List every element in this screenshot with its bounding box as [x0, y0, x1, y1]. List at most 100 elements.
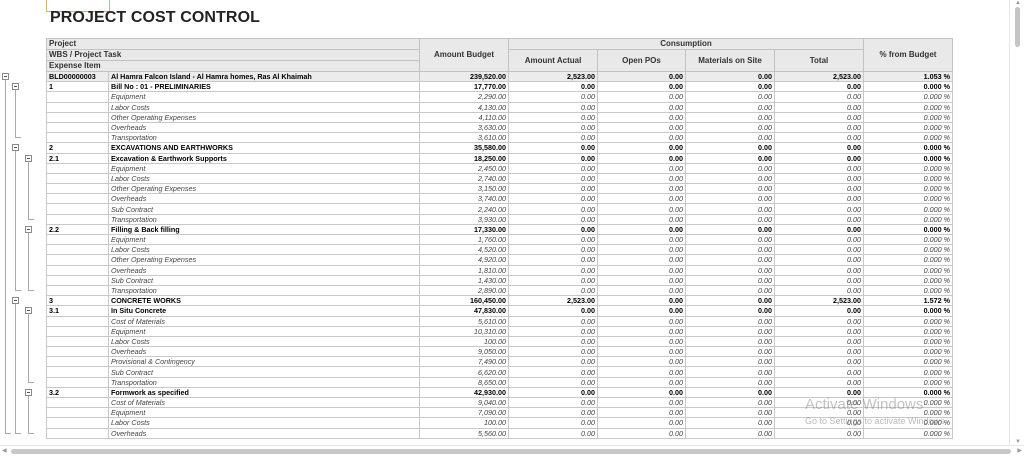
- row-materials-on-site: 0.00: [685, 427, 775, 439]
- row-amount-budget: 100.00: [419, 335, 509, 348]
- row-open-pos: 0.00: [597, 315, 686, 327]
- collapse-toggle-icon[interactable]: [12, 296, 19, 304]
- row-total: 0.00: [774, 274, 864, 286]
- row-materials-on-site: 0.00: [685, 325, 775, 337]
- collapse-toggle-icon[interactable]: [25, 154, 32, 162]
- row-materials-on-site: 0.00: [685, 376, 775, 388]
- horizontal-scroll-thumb[interactable]: [11, 449, 1011, 454]
- row-amount-actual: 0.00: [508, 223, 598, 236]
- row-pct-from-budget: 0.000 %: [863, 356, 953, 368]
- row-amount-actual: 0.00: [508, 81, 598, 93]
- row-description: Transportation: [108, 376, 420, 388]
- row-description: Excavation & Earthwork Supports: [108, 152, 420, 164]
- table-row: 3.1 In Situ Concrete 47,830.00 0.00 0.00 0.00…: [46, 305, 953, 317]
- vertical-scroll-thumb[interactable]: [1015, 7, 1020, 47]
- row-description: Labor Costs: [108, 101, 420, 113]
- row-amount-budget: 1,760.00: [419, 233, 509, 246]
- row-total: 0.00: [774, 81, 864, 93]
- tree-connector-line: [28, 162, 29, 219]
- row-description: Overheads: [108, 121, 420, 134]
- table-row: Labor Costs 100.00 0.00 0.00 0.00 0.00 0.000 %: [46, 335, 953, 348]
- row-amount-actual: 0.00: [508, 356, 598, 368]
- collapse-toggle-icon[interactable]: [25, 225, 32, 233]
- row-code: [46, 376, 109, 388]
- row-amount-budget: 42,930.00: [419, 386, 509, 399]
- header-wbs: WBS / Project Task: [46, 49, 420, 61]
- horizontal-scrollbar[interactable]: ◀ ▶: [0, 445, 1024, 457]
- row-description: Equipment: [108, 325, 420, 337]
- tree-connector-line: [15, 290, 21, 291]
- table-row: 3 CONCRETE WORKS 160,450.00 2,523.00 0.00 0.0…: [46, 295, 953, 307]
- collapse-toggle-icon[interactable]: [25, 306, 32, 314]
- table-row: Transportation 3,610.00 0.00 0.00 0.00 0.00 0.…: [46, 132, 953, 144]
- row-amount-actual: 0.00: [508, 315, 598, 327]
- row-total: 0.00: [774, 101, 864, 113]
- row-description: Formwork as specified: [108, 386, 420, 399]
- row-amount-actual: 0.00: [508, 254, 598, 266]
- row-pct-from-budget: 0.000 %: [863, 274, 953, 286]
- row-total: 0.00: [774, 223, 864, 236]
- row-open-pos: 0.00: [597, 284, 686, 297]
- row-materials-on-site: 0.00: [685, 233, 775, 246]
- row-amount-budget: 2,450.00: [419, 162, 509, 174]
- row-code: [46, 244, 109, 256]
- row-code: 3.2: [46, 386, 109, 399]
- row-amount-budget: 7,090.00: [419, 407, 509, 419]
- row-description: Other Operating Expenses: [108, 254, 420, 266]
- scroll-left-icon[interactable]: ◀: [2, 447, 7, 454]
- row-code: 2.1: [46, 152, 109, 164]
- row-total: 0.00: [774, 346, 864, 358]
- row-materials-on-site: 0.00: [685, 346, 775, 358]
- row-open-pos: 0.00: [597, 417, 686, 429]
- table-row: Equipment 1,760.00 0.00 0.00 0.00 0.00 0.000 %: [46, 233, 953, 246]
- row-code: [46, 396, 109, 409]
- collapse-toggle-icon[interactable]: [12, 143, 19, 151]
- table-row: Labor Costs 2,740.00 0.00 0.00 0.00 0.00 0.000…: [46, 172, 953, 185]
- table-row: Sub Contract 1,430.00 0.00 0.00 0.00 0.00 0.00…: [46, 274, 953, 286]
- row-open-pos: 0.00: [597, 132, 686, 144]
- scroll-right-icon[interactable]: ▶: [1017, 447, 1022, 454]
- row-materials-on-site: 0.00: [685, 152, 775, 164]
- row-open-pos: 0.00: [597, 244, 686, 256]
- scroll-up-icon[interactable]: ▲: [1015, 0, 1021, 6]
- tree-connector-line: [28, 382, 34, 383]
- row-amount-budget: 100.00: [419, 417, 509, 429]
- header-pct-from-budget: % from Budget: [863, 38, 953, 72]
- row-amount-budget: 3,150.00: [419, 183, 509, 195]
- collapse-toggle-icon[interactable]: [2, 72, 9, 80]
- row-total: 0.00: [774, 244, 864, 256]
- row-amount-budget: 160,450.00: [419, 295, 509, 307]
- row-pct-from-budget: 0.000 %: [863, 142, 953, 154]
- row-amount-budget: 3,630.00: [419, 121, 509, 134]
- row-open-pos: 0.00: [597, 376, 686, 388]
- row-materials-on-site: 0.00: [685, 162, 775, 174]
- row-amount-actual: 0.00: [508, 233, 598, 246]
- row-pct-from-budget: 0.000 %: [863, 335, 953, 348]
- row-materials-on-site: 0.00: [685, 142, 775, 154]
- collapse-toggle-icon[interactable]: [12, 82, 19, 90]
- row-pct-from-budget: 0.000 %: [863, 366, 953, 378]
- row-description: Sub Contract: [108, 203, 420, 215]
- table-row: Equipment 2,450.00 0.00 0.00 0.00 0.00 0.000 %: [46, 162, 953, 174]
- row-materials-on-site: 0.00: [685, 264, 775, 276]
- row-total: 2,523.00: [774, 295, 864, 307]
- row-amount-budget: 17,770.00: [419, 81, 509, 93]
- vertical-scrollbar[interactable]: ▲ ▼: [1009, 0, 1024, 445]
- row-pct-from-budget: 0.000 %: [863, 244, 953, 256]
- row-code: [46, 254, 109, 266]
- row-code: [46, 407, 109, 419]
- collapse-toggle-icon[interactable]: [25, 388, 32, 396]
- row-amount-budget: 3,930.00: [419, 213, 509, 225]
- row-code: [46, 183, 109, 195]
- row-code: [46, 335, 109, 348]
- row-total: 0.00: [774, 264, 864, 276]
- row-materials-on-site: 0.00: [685, 111, 775, 123]
- row-amount-budget: 4,130.00: [419, 101, 509, 113]
- row-description: Provisional & Contingency: [108, 356, 420, 368]
- table-row: Overheads 3,630.00 0.00 0.00 0.00 0.00 0.000 %: [46, 121, 953, 134]
- row-materials-on-site: 0.00: [685, 356, 775, 368]
- row-pct-from-budget: 0.000 %: [863, 101, 953, 113]
- row-materials-on-site: 0.00: [685, 366, 775, 378]
- table-row: Equipment 10,310.00 0.00 0.00 0.00 0.00 0.000 …: [46, 325, 953, 337]
- row-materials-on-site: 0.00: [685, 244, 775, 256]
